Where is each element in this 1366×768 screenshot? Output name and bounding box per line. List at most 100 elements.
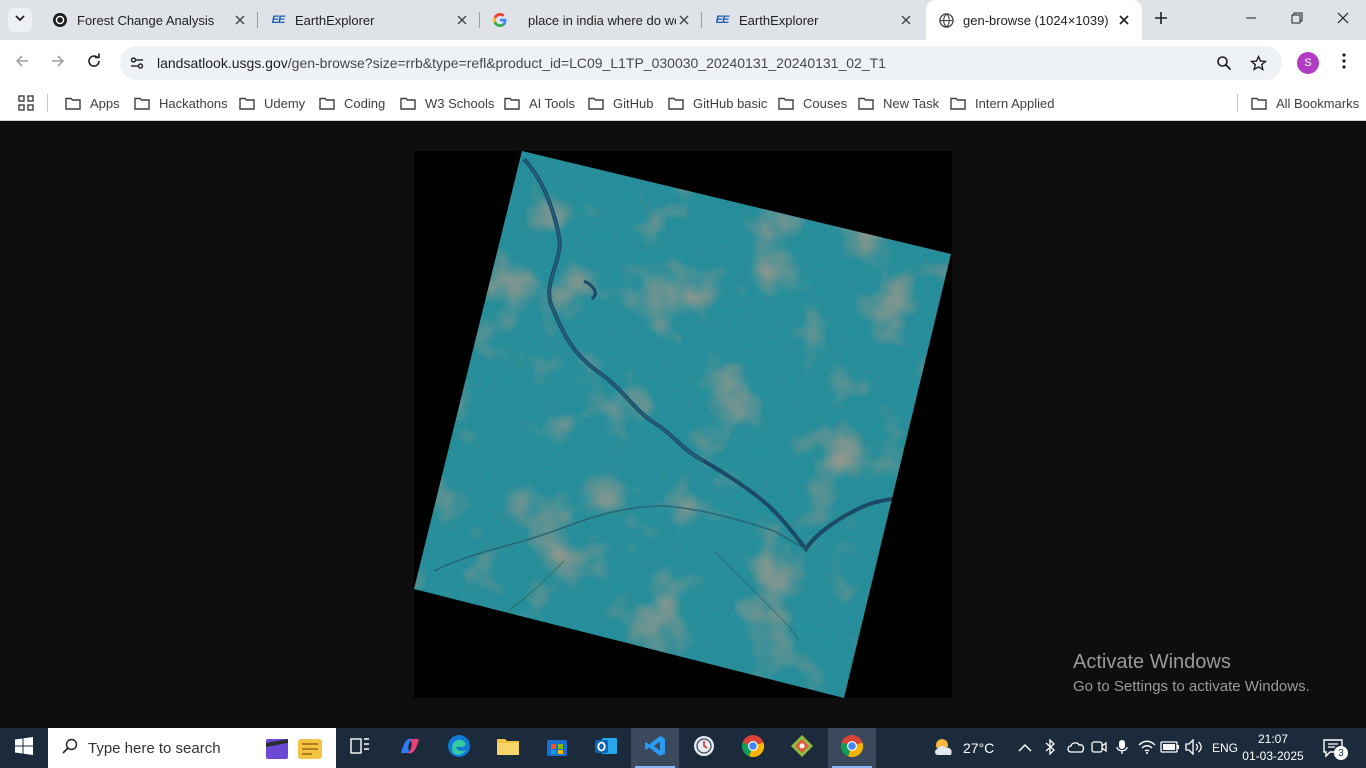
input-language-tray[interactable]: ENG	[1212, 728, 1238, 768]
chrome-button[interactable]	[729, 728, 777, 768]
bookmark-label: GitHub basic	[693, 95, 768, 111]
landsat-browse-image[interactable]	[414, 151, 952, 698]
profile-avatar[interactable]: S	[1297, 52, 1319, 74]
weather-cloud-sun-icon	[932, 737, 958, 760]
taskbar-search-box[interactable]: Type here to search	[48, 728, 336, 768]
tab-forest-change-analysis[interactable]: Forest Change Analysis	[40, 0, 258, 40]
page-content: Activate Windows Go to Settings to activ…	[0, 121, 1366, 728]
tab-google-search[interactable]: place in india where do we h	[480, 0, 702, 40]
volume-tray[interactable]	[1185, 728, 1203, 768]
zoom-icon[interactable]	[1214, 53, 1234, 73]
notification-count-badge: 3	[1334, 746, 1348, 760]
close-icon[interactable]	[232, 12, 248, 28]
task-view-icon	[350, 737, 370, 760]
battery-tray[interactable]	[1160, 728, 1180, 768]
show-hidden-icons-button[interactable]	[1018, 728, 1032, 768]
more-vert-icon	[1342, 52, 1346, 74]
system-clock[interactable]: 21:07 01-03-2025	[1238, 731, 1308, 765]
folder-icon	[134, 97, 150, 110]
bookmark-new-task[interactable]: New Task	[858, 92, 939, 114]
chrome-active-button[interactable]	[828, 728, 876, 768]
site-info-icon[interactable]	[128, 54, 146, 72]
close-window-button[interactable]	[1320, 0, 1366, 40]
chrome-icon	[741, 734, 765, 763]
tab-gen-browse[interactable]: gen-browse (1024×1039)	[926, 0, 1142, 40]
copilot-button[interactable]	[386, 728, 434, 768]
close-icon[interactable]	[898, 12, 914, 28]
minimize-button[interactable]	[1228, 0, 1274, 40]
close-icon[interactable]	[454, 12, 470, 28]
arrow-left-icon	[14, 53, 30, 74]
url-path: /gen-browse?size=rrb&type=refl&product_i…	[287, 55, 886, 71]
task-view-button[interactable]	[336, 728, 384, 768]
apps-grid-icon[interactable]	[18, 92, 34, 114]
bluetooth-icon	[1044, 737, 1056, 758]
close-icon[interactable]	[676, 12, 692, 28]
bluetooth-tray[interactable]	[1044, 728, 1056, 768]
tab-earthexplorer-2[interactable]: EE EarthExplorer	[702, 0, 924, 40]
plus-icon	[1154, 11, 1168, 30]
bookmark-couses[interactable]: Couses	[778, 92, 847, 114]
bookmark-hackathons[interactable]: Hackathons	[134, 92, 228, 114]
bookmark-label: Apps	[90, 95, 120, 111]
watermark-title: Activate Windows	[1073, 651, 1231, 673]
outlook-button[interactable]	[582, 728, 630, 768]
file-explorer-button[interactable]	[484, 728, 532, 768]
notification-center-button[interactable]: 3	[1322, 736, 1348, 760]
new-tab-button[interactable]	[1149, 8, 1173, 32]
weather-widget[interactable]: 27°C	[932, 728, 994, 768]
url-host: landsatlook.usgs.gov	[157, 55, 288, 71]
restore-button[interactable]	[1274, 0, 1320, 40]
search-placeholder: Type here to search	[88, 739, 221, 757]
folder-icon	[319, 97, 335, 110]
clock-app-button[interactable]	[680, 728, 728, 768]
clock-date: 01-03-2025	[1242, 749, 1304, 763]
outlook-icon	[594, 735, 618, 762]
bookmark-label: Coding	[344, 95, 386, 111]
bookmark-github[interactable]: GitHub	[588, 92, 653, 114]
browser-toolbar: landsatlook.usgs.gov/gen-browse?size=rrb…	[0, 40, 1366, 86]
bookmarks-bar: Apps Hackathons Udemy Coding W3 Schools …	[0, 86, 1366, 121]
bookmark-w3-schools[interactable]: W3 Schools	[400, 92, 494, 114]
bookmark-intern-applied[interactable]: Intern Applied	[950, 92, 1055, 114]
address-bar[interactable]: landsatlook.usgs.gov/gen-browse?size=rrb…	[120, 46, 1282, 80]
git-tool-button[interactable]	[778, 728, 826, 768]
tab-strip: Forest Change Analysis EE EarthExplorer …	[0, 0, 1366, 40]
url-text: landsatlook.usgs.gov/gen-browse?size=rrb…	[157, 55, 886, 71]
bookmark-udemy[interactable]: Udemy	[239, 92, 305, 114]
bookmark-star-icon[interactable]	[1248, 53, 1268, 73]
network-tray[interactable]	[1138, 728, 1156, 768]
clock-icon	[693, 735, 715, 762]
google-icon	[492, 12, 508, 28]
all-bookmarks[interactable]: All Bookmarks	[1251, 92, 1359, 114]
bookmarks-divider	[47, 94, 48, 112]
battery-icon	[1160, 740, 1180, 756]
git-diamond-icon	[790, 734, 814, 763]
close-icon[interactable]	[1116, 12, 1132, 28]
browser-menu-button[interactable]	[1332, 50, 1356, 76]
ee-icon: EE	[271, 14, 286, 26]
forward-button[interactable]	[43, 48, 73, 78]
folder-icon	[504, 97, 520, 110]
bookmark-apps[interactable]: Apps	[65, 92, 120, 114]
chevron-up-icon	[1018, 740, 1032, 756]
bookmark-label: New Task	[883, 95, 940, 111]
microsoft-store-button[interactable]	[533, 728, 581, 768]
cloud-sync-icon	[1066, 739, 1086, 758]
bookmark-github-basic[interactable]: GitHub basic	[668, 92, 767, 114]
tab-search-button[interactable]	[8, 8, 32, 32]
edge-button[interactable]	[435, 728, 483, 768]
meet-now-tray[interactable]	[1091, 728, 1107, 768]
bookmark-coding[interactable]: Coding	[319, 92, 385, 114]
vscode-button[interactable]	[631, 728, 679, 768]
microphone-tray[interactable]	[1115, 728, 1129, 768]
bookmark-label: GitHub	[613, 95, 654, 111]
start-button[interactable]	[0, 728, 48, 768]
onedrive-tray[interactable]	[1066, 728, 1086, 768]
reload-button[interactable]	[79, 48, 109, 78]
globe-icon	[938, 12, 954, 28]
back-button[interactable]	[7, 48, 37, 78]
close-icon	[1337, 11, 1349, 29]
tab-earthexplorer-1[interactable]: EE EarthExplorer	[258, 0, 480, 40]
bookmark-ai-tools[interactable]: AI Tools	[504, 92, 575, 114]
